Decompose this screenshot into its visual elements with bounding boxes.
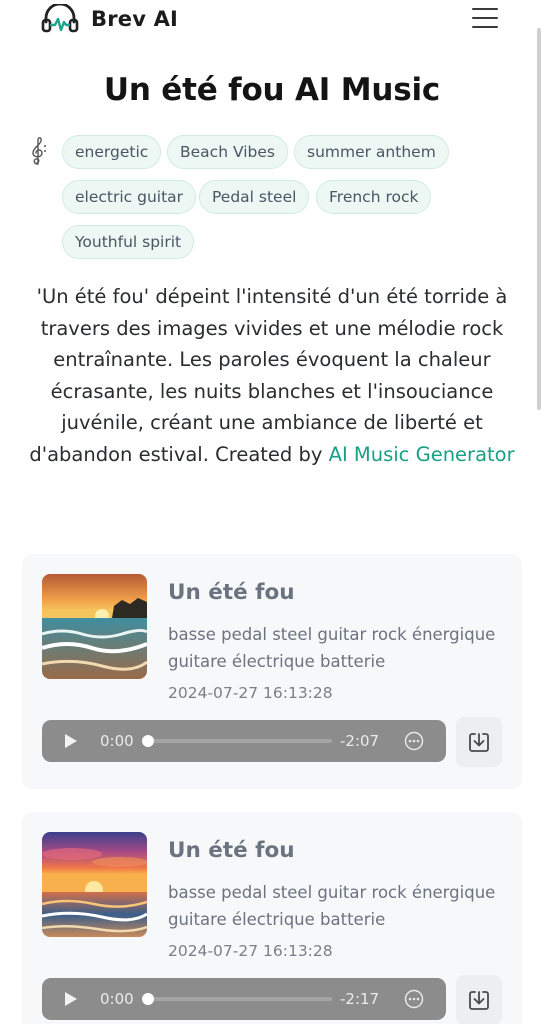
logo[interactable]: Brev AI	[41, 4, 178, 34]
tag[interactable]: Youthful spirit	[62, 225, 195, 259]
song-date: 2024-07-27 16:13:28	[168, 942, 333, 960]
song-date: 2024-07-27 16:13:28	[168, 684, 333, 702]
song-description: basse pedal steel guitar rock énergique …	[168, 625, 496, 671]
remaining-time: -2:07	[340, 732, 380, 750]
audio-player: 0:00 -2:07	[42, 720, 446, 762]
page: Brev AI Un été fou AI Music energetic Be…	[0, 0, 544, 1024]
brand-name: Brev AI	[91, 7, 179, 31]
hamburger-menu-icon[interactable]	[472, 8, 500, 32]
play-icon[interactable]	[64, 733, 78, 749]
current-time: 0:00	[100, 990, 134, 1008]
tag[interactable]: Beach Vibes	[167, 135, 288, 169]
ai-music-generator-link[interactable]: AI Music Generator	[329, 443, 515, 466]
song-title[interactable]: Un été fou	[168, 580, 295, 605]
song-title[interactable]: Un été fou	[168, 838, 295, 863]
treble-clef-icon	[32, 137, 46, 165]
current-time: 0:00	[100, 732, 134, 750]
download-icon	[469, 991, 489, 1010]
audio-player: 0:00 -2:17	[42, 978, 446, 1020]
song-cover-image[interactable]	[42, 574, 147, 679]
tag[interactable]: energetic	[62, 135, 162, 169]
more-options-icon[interactable]	[404, 989, 424, 1009]
header: Brev AI	[0, 0, 544, 40]
tag[interactable]: French rock	[316, 180, 432, 214]
song-description: basse pedal steel guitar rock énergique …	[168, 883, 496, 929]
song-cover-image[interactable]	[42, 832, 147, 937]
remaining-time: -2:17	[340, 990, 380, 1008]
description: 'Un été fou' dépeint l'intensité d'un ét…	[26, 281, 518, 471]
headphones-logo-icon	[41, 4, 79, 33]
description-text: 'Un été fou' dépeint l'intensité d'un ét…	[29, 285, 508, 466]
tag[interactable]: summer anthem	[294, 135, 449, 169]
download-icon	[469, 733, 489, 752]
progress-track[interactable]	[144, 997, 332, 1001]
page-title: Un été fou AI Music	[103, 72, 441, 108]
download-button[interactable]	[456, 717, 502, 767]
progress-knob[interactable]	[142, 993, 154, 1005]
tag[interactable]: electric guitar	[62, 180, 197, 214]
download-button[interactable]	[456, 975, 502, 1024]
more-options-icon[interactable]	[404, 731, 424, 751]
progress-track[interactable]	[144, 739, 332, 743]
progress-knob[interactable]	[142, 735, 154, 747]
song-card: Un été fou basse pedal steel guitar rock…	[22, 554, 522, 789]
tag[interactable]: Pedal steel	[199, 180, 310, 214]
play-icon[interactable]	[64, 991, 78, 1007]
song-card: Un été fou basse pedal steel guitar rock…	[22, 812, 522, 1024]
